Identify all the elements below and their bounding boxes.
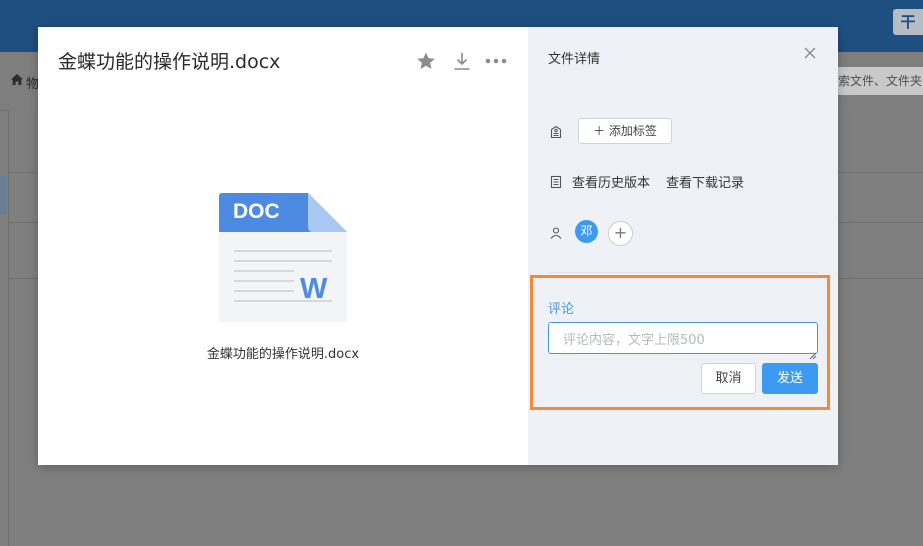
more-icon[interactable] bbox=[484, 50, 508, 72]
view-history-link[interactable]: 查看历史版本 bbox=[572, 172, 650, 191]
home-icon[interactable] bbox=[10, 73, 24, 90]
section-divider bbox=[548, 272, 818, 273]
file-details-panel: 文件详情 ＋ 添加标签 查看历史版本 查看下载记录 邓 + 评论 取消 发送 bbox=[528, 27, 838, 465]
close-icon[interactable] bbox=[802, 45, 818, 61]
star-icon[interactable] bbox=[415, 50, 437, 72]
file-title: 金蝶功能的操作说明.docx bbox=[58, 51, 281, 73]
comment-label: 评论 bbox=[548, 302, 575, 317]
view-download-record-link[interactable]: 查看下载记录 bbox=[666, 172, 744, 191]
search-input[interactable]: 索文件、文件夹 bbox=[838, 67, 923, 95]
file-preview-modal: 金蝶功能的操作说明.docx DOC W 金蝶功能的操作说明.docx 文件详情… bbox=[38, 27, 838, 465]
cancel-button[interactable]: 取消 bbox=[701, 363, 756, 394]
add-tag-button[interactable]: ＋ 添加标签 bbox=[578, 118, 672, 144]
resize-handle-icon[interactable] bbox=[809, 345, 817, 360]
file-caption: 金蝶功能的操作说明.docx bbox=[206, 347, 360, 362]
word-document-icon: DOC W bbox=[219, 193, 347, 323]
user-icon bbox=[549, 225, 563, 239]
sidebar-active-marker bbox=[0, 176, 7, 214]
doc-type-label: DOC bbox=[233, 200, 280, 223]
topbar-button[interactable]: 干 bbox=[893, 9, 923, 35]
tag-icon bbox=[549, 124, 563, 139]
download-icon[interactable] bbox=[451, 50, 473, 72]
preview-pane: 金蝶功能的操作说明.docx DOC W 金蝶功能的操作说明.docx bbox=[38, 27, 528, 465]
document-icon bbox=[549, 174, 563, 189]
send-button[interactable]: 发送 bbox=[762, 363, 818, 394]
details-title: 文件详情 bbox=[548, 52, 601, 67]
comment-input[interactable] bbox=[548, 322, 818, 354]
member-avatar[interactable]: 邓 bbox=[575, 220, 598, 243]
word-letter: W bbox=[300, 273, 328, 305]
add-member-button[interactable]: + bbox=[608, 221, 633, 246]
